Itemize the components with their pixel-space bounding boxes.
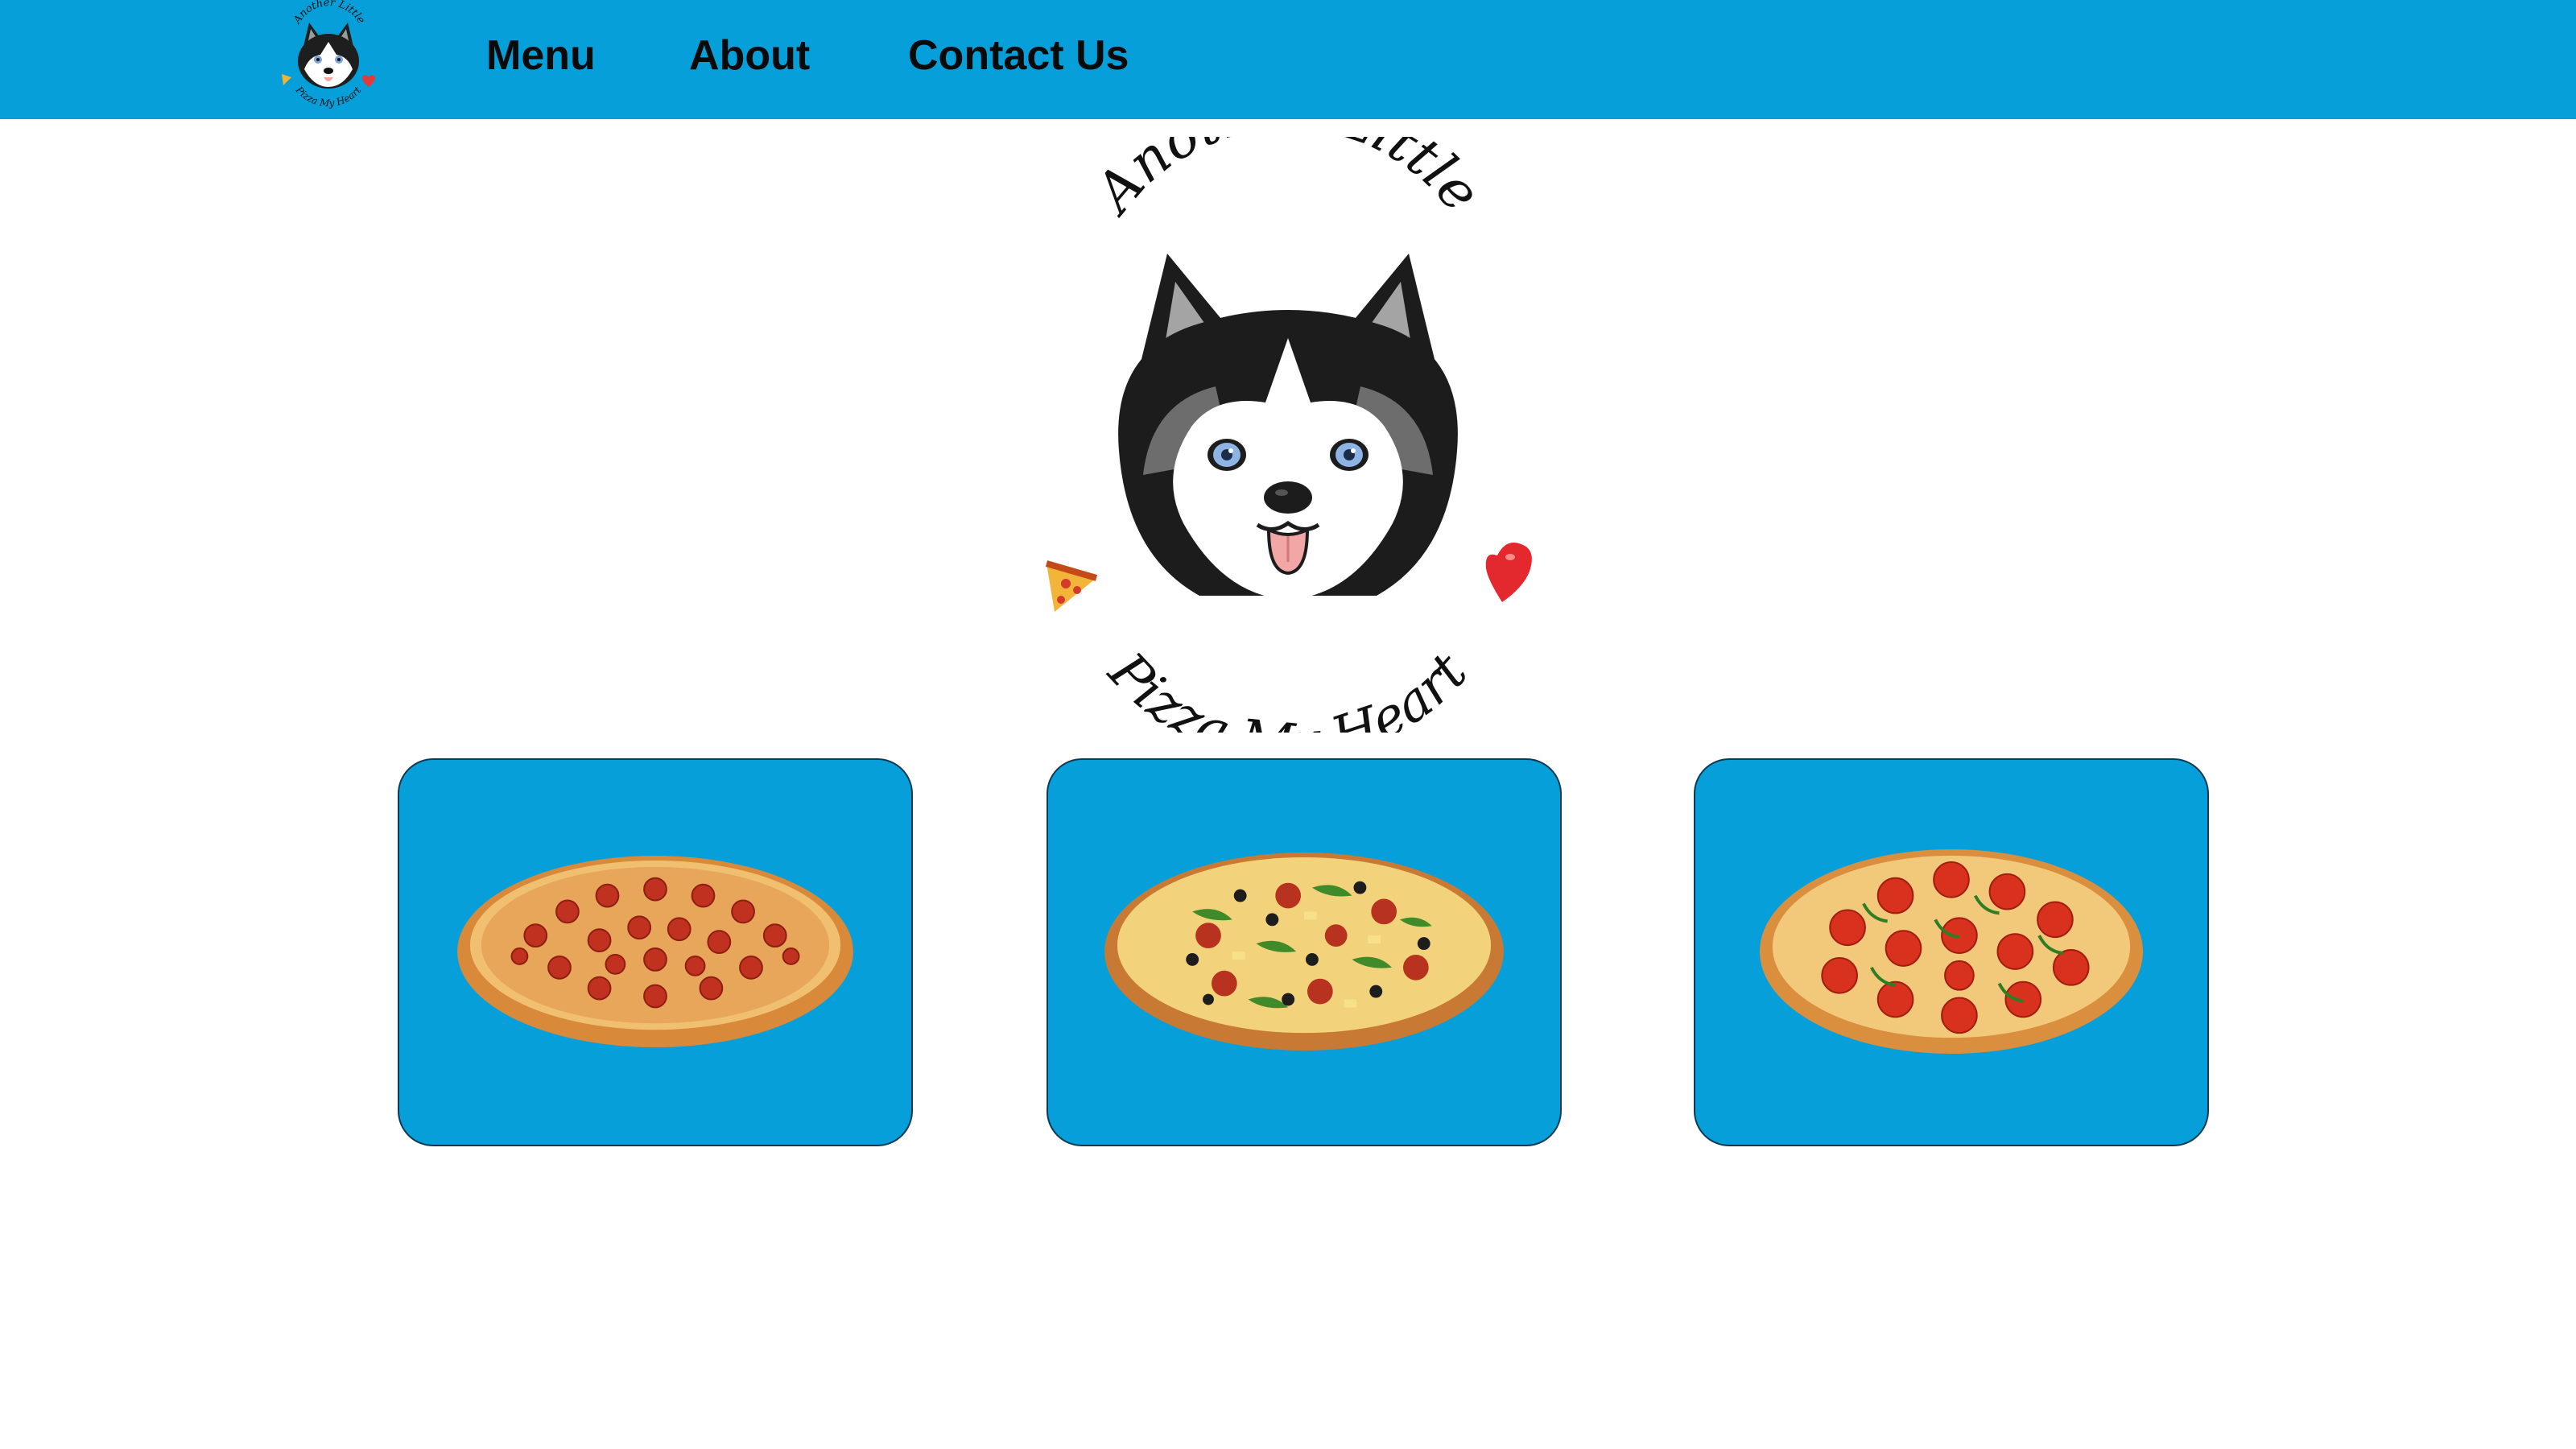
pizza-card-supreme[interactable] — [1046, 758, 1562, 1146]
husky-logo-icon[interactable]: Another Little Pizza My Heart — [272, 0, 385, 114]
svg-text:Another Little: Another Little — [1080, 137, 1492, 228]
nav-about-link[interactable]: About — [689, 27, 810, 84]
nav-menu-link[interactable]: Menu — [486, 27, 596, 84]
svg-text:Pizza My Heart: Pizza My Heart — [1096, 640, 1480, 733]
nav-contact-link[interactable]: Contact Us — [908, 27, 1129, 84]
supreme-pizza-icon — [1104, 852, 1504, 1051]
pizza-card-tomato[interactable] — [1694, 758, 2209, 1146]
hero-text-bottom: Pizza My Heart — [1096, 640, 1480, 733]
husky-logo-icon: Another Little Pizza My Heart — [1030, 137, 1546, 733]
hero-text-top: Another Little — [1080, 137, 1492, 228]
top-navbar: Another Little Pizza My Heart Menu About — [0, 0, 2576, 119]
tomato-pizza-icon — [1759, 849, 2144, 1054]
svg-text:Another Little: Another Little — [291, 0, 368, 27]
pepperoni-pizza-icon — [457, 856, 853, 1048]
pizza-card-pepperoni[interactable] — [398, 758, 913, 1146]
